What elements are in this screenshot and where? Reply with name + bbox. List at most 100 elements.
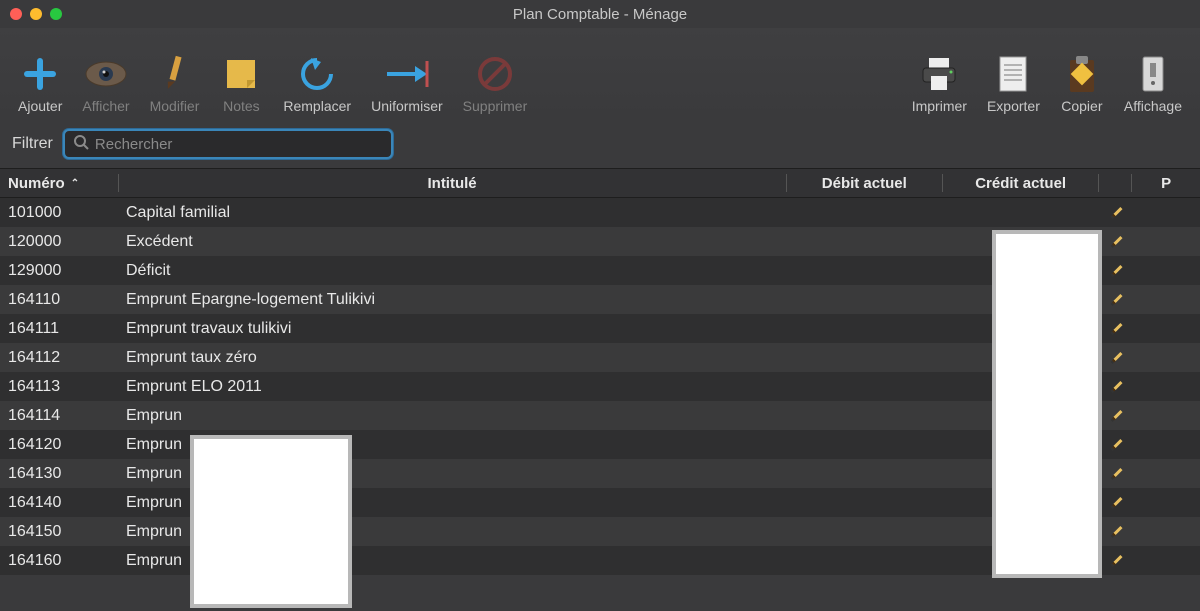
cell-intitule: Emprunt Epargne-logement Tulikivi [118,291,788,309]
search-input[interactable] [95,136,383,153]
printer-icon [919,54,959,94]
afficher-button[interactable]: Afficher [74,50,137,116]
column-header-intitule[interactable]: Intitulé [119,169,786,197]
redaction-overlay [190,435,352,608]
cell-intitule: Déficit [118,262,788,280]
pencil-icon [1110,293,1122,305]
pencil-icon [1110,380,1122,392]
imprimer-button[interactable]: Imprimer [904,50,975,116]
uniformiser-button[interactable]: Uniformiser [363,50,451,116]
zoom-window-button[interactable] [50,8,62,20]
toolbar-label: Uniformiser [371,98,443,114]
pencil-icon [1110,438,1122,450]
window-title: Plan Comptable - Ménage [0,6,1200,23]
toolbar-label: Notes [223,98,260,114]
search-field-wrap[interactable] [63,129,393,159]
row-edit-icon[interactable] [1100,206,1132,220]
arrow-to-line-icon [383,54,431,94]
eye-icon [84,54,128,94]
cell-numero: 101000 [0,204,118,222]
pencil-icon [1110,235,1122,247]
toolbar-label: Supprimer [463,98,528,114]
toolbar-label: Affichage [1124,98,1182,114]
column-header-credit[interactable]: Crédit actuel [943,169,1098,197]
row-edit-icon[interactable] [1100,438,1132,452]
close-window-button[interactable] [10,8,22,20]
column-label: Numéro [8,175,65,192]
row-edit-icon[interactable] [1100,380,1132,394]
cell-intitule: Emprunt taux zéro [118,349,788,367]
cell-numero: 164120 [0,436,118,454]
column-header-icon[interactable] [1099,169,1131,197]
exporter-button[interactable]: Exporter [979,50,1048,116]
filter-label: Filtrer [12,135,53,153]
row-edit-icon[interactable] [1100,525,1132,539]
no-entry-icon [477,54,513,94]
cell-numero: 164150 [0,523,118,541]
cell-intitule: Excédent [118,233,788,251]
cell-numero: 164113 [0,378,118,396]
table-header: Numéro ⌃ Intitulé Débit actuel Crédit ac… [0,168,1200,198]
document-icon [998,54,1028,94]
cell-intitule: Emprunt ELO 2011 [118,378,788,396]
toolbar-label: Remplacer [283,98,351,114]
row-edit-icon[interactable] [1100,293,1132,307]
cell-intitule: Emprun [118,407,788,425]
notes-button[interactable]: Notes [211,50,271,116]
cell-numero: 164112 [0,349,118,367]
pencil-icon [1110,409,1122,421]
row-edit-icon[interactable] [1100,351,1132,365]
row-edit-icon[interactable] [1100,409,1132,423]
pencil-icon [159,54,189,94]
table-row[interactable]: 101000Capital familial [0,198,1200,227]
toolbar-label: Copier [1061,98,1102,114]
pencil-icon [1110,351,1122,363]
minimize-window-button[interactable] [30,8,42,20]
remplacer-button[interactable]: Remplacer [275,50,359,116]
row-edit-icon[interactable] [1100,264,1132,278]
pencil-icon [1110,206,1122,218]
note-icon [223,54,259,94]
pencil-icon [1110,467,1122,479]
titlebar: Plan Comptable - Ménage [0,0,1200,28]
supprimer-button[interactable]: Supprimer [455,50,536,116]
toolbar-label: Imprimer [912,98,967,114]
row-edit-icon[interactable] [1100,235,1132,249]
cell-numero: 129000 [0,262,118,280]
toolbar-label: Exporter [987,98,1040,114]
filter-bar: Filtrer [0,120,1200,168]
cell-numero: 164114 [0,407,118,425]
pencil-icon [1110,264,1122,276]
row-edit-icon[interactable] [1100,322,1132,336]
copier-button[interactable]: Copier [1052,50,1112,116]
cell-numero: 164160 [0,552,118,570]
column-header-p[interactable]: P [1132,169,1200,197]
column-header-numero[interactable]: Numéro ⌃ [0,169,118,197]
pencil-icon [1110,496,1122,508]
refresh-icon [297,54,337,94]
cell-numero: 164140 [0,494,118,512]
row-edit-icon[interactable] [1100,496,1132,510]
modifier-button[interactable]: Modifier [142,50,208,116]
toolbar-label: Ajouter [18,98,62,114]
pencil-icon [1110,525,1122,537]
pencil-icon [1110,322,1122,334]
cell-numero: 164111 [0,320,118,338]
column-header-debit[interactable]: Débit actuel [787,169,942,197]
plus-icon [23,54,57,94]
search-icon [73,134,89,155]
cell-numero: 120000 [0,233,118,251]
toolbar-label: Afficher [82,98,129,114]
switch-icon [1139,54,1167,94]
redaction-overlay [992,230,1102,578]
affichage-button[interactable]: Affichage [1116,50,1190,116]
row-edit-icon[interactable] [1100,554,1132,568]
row-edit-icon[interactable] [1100,467,1132,481]
ajouter-button[interactable]: Ajouter [10,50,70,116]
cell-numero: 164130 [0,465,118,483]
pencil-icon [1110,554,1122,566]
toolbar: Ajouter Afficher Modifier [0,28,1200,120]
cell-intitule: Emprunt travaux tulikivi [118,320,788,338]
cell-intitule: Capital familial [118,204,788,222]
cell-numero: 164110 [0,291,118,309]
